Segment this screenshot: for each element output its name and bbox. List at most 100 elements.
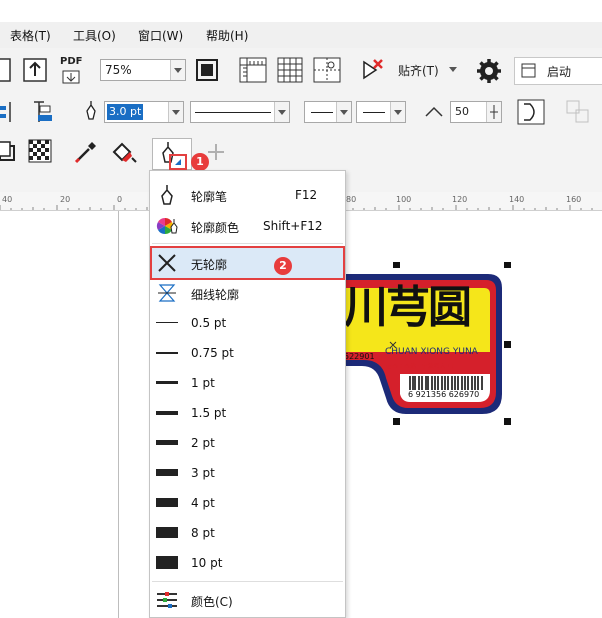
outline-flyout-menu: 轮廓笔 F12 轮廓颜色 Shift+F12 无轮廓 2 细线轮廓 0.5 pt… bbox=[149, 170, 346, 618]
show-guidelines-icon[interactable] bbox=[312, 56, 342, 84]
miter-limit-value: 50 bbox=[455, 105, 469, 118]
menu-item-0-5pt[interactable]: 0.5 pt bbox=[150, 308, 345, 338]
line-width-swatch bbox=[156, 556, 178, 569]
standard-toolbar: PDF 75% 贴齐(T) 启动 bbox=[0, 48, 602, 93]
menu-item-4pt[interactable]: 4 pt bbox=[150, 488, 345, 518]
menu-item-label: 3 pt bbox=[191, 466, 215, 480]
transparency-tool-icon[interactable] bbox=[28, 139, 52, 163]
launch-dropdown[interactable]: 启动 bbox=[514, 57, 602, 85]
line-width-swatch bbox=[156, 381, 178, 384]
menu-item-label: 轮廓笔 bbox=[191, 190, 228, 204]
line-width-swatch bbox=[156, 411, 178, 415]
menu-separator bbox=[152, 581, 343, 582]
publish-pdf-button[interactable]: PDF bbox=[58, 56, 88, 84]
pdf-icon bbox=[62, 70, 80, 84]
export-icon[interactable] bbox=[22, 57, 48, 83]
menu-help[interactable]: 帮助(H) bbox=[206, 27, 248, 44]
spinner-icon bbox=[490, 105, 498, 119]
menu-bar: 表格(T) 工具(O) 窗口(W) 帮助(H) bbox=[0, 22, 602, 48]
chevron-down-icon bbox=[274, 102, 289, 122]
outline-width-value: 3.0 pt bbox=[107, 104, 144, 120]
chevron-down-icon bbox=[168, 102, 183, 122]
shadow-tool-icon[interactable] bbox=[0, 140, 16, 162]
chevron-down-icon bbox=[170, 60, 185, 80]
line-width-swatch bbox=[156, 527, 178, 538]
menu-item-shortcut: Shift+F12 bbox=[263, 219, 323, 233]
menu-window[interactable]: 窗口(W) bbox=[138, 27, 183, 44]
zoom-value: 75% bbox=[105, 63, 132, 77]
window-top-strip bbox=[0, 0, 602, 22]
show-grid-icon[interactable] bbox=[276, 56, 304, 84]
label-title: 川芎圆 bbox=[344, 282, 472, 333]
selection-handle[interactable] bbox=[393, 418, 400, 425]
menu-item-10pt[interactable]: 10 pt bbox=[150, 548, 345, 578]
menu-item-shortcut: F12 bbox=[295, 188, 318, 202]
align-distribute-icon[interactable] bbox=[30, 98, 58, 126]
menu-item-3pt[interactable]: 3 pt bbox=[150, 458, 345, 488]
start-arrowhead-preview bbox=[311, 112, 333, 113]
add-tool-icon[interactable] bbox=[206, 142, 226, 162]
menu-item-label: 轮廓颜色 bbox=[191, 221, 240, 235]
align-left-icon[interactable] bbox=[0, 100, 14, 124]
menu-table[interactable]: 表格(T) bbox=[10, 27, 51, 44]
menu-item-label: 1 pt bbox=[191, 376, 215, 390]
miter-spinner[interactable] bbox=[486, 102, 501, 122]
menu-item-outline-color[interactable]: 轮廓颜色 Shift+F12 bbox=[150, 211, 345, 241]
zoom-select[interactable]: 75% bbox=[100, 59, 186, 81]
menu-item-label: 0.75 pt bbox=[191, 346, 234, 360]
label-small-text: @西子西途 · 宁波特大工厂 bbox=[386, 363, 458, 370]
selection-handle[interactable] bbox=[504, 341, 511, 348]
show-rulers-icon[interactable] bbox=[238, 56, 268, 84]
menu-item-1pt[interactable]: 1 pt bbox=[150, 368, 345, 398]
label-code-fragment: 522901 bbox=[344, 352, 375, 361]
menu-item-1-5pt[interactable]: 1.5 pt bbox=[150, 398, 345, 428]
menu-item-label: 细线轮廓 bbox=[191, 288, 240, 302]
chevron-down-icon bbox=[390, 102, 405, 122]
toolbox-row: 1 bbox=[0, 132, 602, 171]
partial-page-icon[interactable] bbox=[0, 58, 12, 82]
menu-tools[interactable]: 工具(O) bbox=[73, 27, 116, 44]
menu-item-label: 8 pt bbox=[191, 526, 215, 540]
menu-item-outline-pen[interactable]: 轮廓笔 F12 bbox=[150, 180, 345, 210]
eyedropper-tool-icon[interactable] bbox=[72, 138, 100, 166]
menu-item-0-75pt[interactable]: 0.75 pt bbox=[150, 338, 345, 368]
menu-item-8pt[interactable]: 8 pt bbox=[150, 518, 345, 548]
outline-width-select[interactable]: 3.0 pt bbox=[104, 101, 184, 123]
menu-item-color[interactable]: 颜色(C) bbox=[150, 585, 345, 615]
color-wheel-icon bbox=[156, 217, 178, 235]
end-arrowhead-select[interactable] bbox=[356, 101, 406, 123]
selection-handle[interactable] bbox=[393, 262, 400, 268]
hairline-icon bbox=[158, 284, 176, 302]
menu-item-label: 4 pt bbox=[191, 496, 215, 510]
line-width-swatch bbox=[156, 322, 178, 323]
outline-pen-icon bbox=[161, 185, 173, 205]
line-width-swatch bbox=[156, 352, 178, 354]
line-width-swatch bbox=[156, 498, 178, 507]
full-screen-icon[interactable] bbox=[194, 57, 220, 83]
step-badge-2: 2 bbox=[274, 257, 292, 275]
start-arrowhead-select[interactable] bbox=[304, 101, 352, 123]
outline-pen-small-icon bbox=[86, 101, 96, 120]
snap-chevron-down-icon[interactable] bbox=[448, 66, 458, 74]
selection-handle[interactable] bbox=[504, 418, 511, 425]
settings-gear-icon[interactable] bbox=[474, 56, 504, 86]
interactive-fill-tool-icon[interactable] bbox=[108, 138, 138, 166]
miter-limit-icon bbox=[425, 106, 443, 117]
selection-handle[interactable] bbox=[504, 262, 511, 268]
snap-off-icon[interactable] bbox=[358, 56, 386, 84]
menu-item-label: 10 pt bbox=[191, 556, 223, 570]
menu-item-label: 颜色(C) bbox=[191, 595, 233, 609]
menu-item-2pt[interactable]: 2 pt bbox=[150, 428, 345, 458]
flyout-triangle-icon[interactable] bbox=[174, 158, 182, 166]
menu-item-label: 0.5 pt bbox=[191, 316, 227, 330]
page-border-line bbox=[118, 211, 119, 618]
disabled-transform-icon bbox=[566, 100, 589, 123]
no-outline-highlight bbox=[150, 246, 345, 280]
line-style-preview bbox=[195, 112, 271, 113]
line-style-select[interactable] bbox=[190, 101, 290, 123]
convert-to-curves-icon[interactable] bbox=[516, 98, 546, 126]
pdf-label: PDF bbox=[60, 56, 83, 67]
snap-to-label[interactable]: 贴齐(T) bbox=[398, 62, 439, 79]
menu-item-hairline[interactable]: 细线轮廓 bbox=[150, 278, 345, 308]
miter-limit-input[interactable]: 50 bbox=[450, 101, 502, 123]
